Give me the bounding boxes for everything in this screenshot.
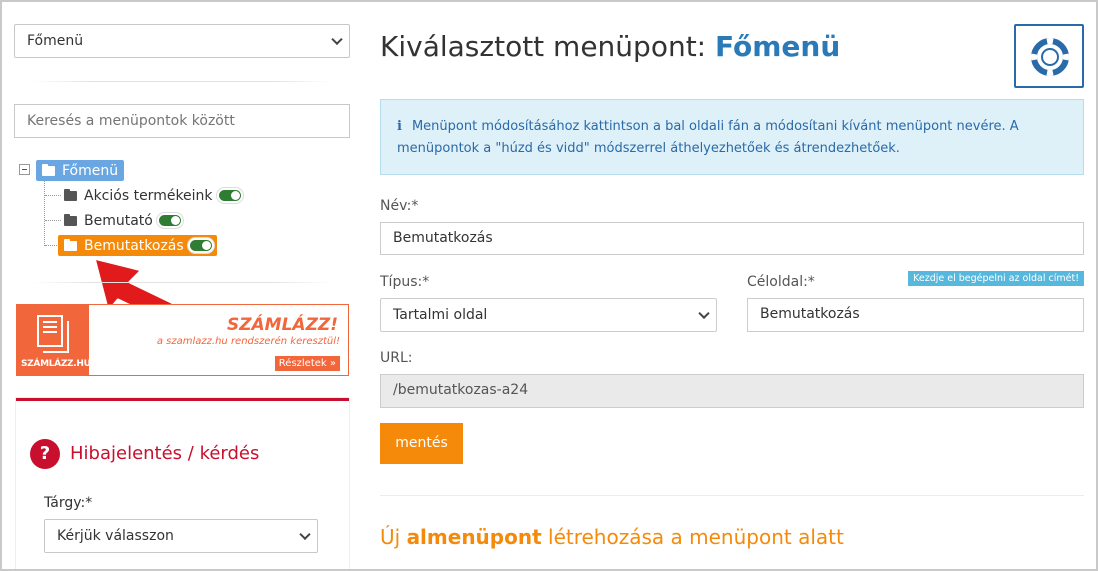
page-title: Kiválasztott menüpont: Főmenü xyxy=(380,30,840,63)
menu-select-value: Főmenü xyxy=(27,33,84,49)
chevron-down-icon xyxy=(698,307,710,320)
url-label: URL: xyxy=(380,350,413,366)
tree-node-akcios[interactable]: Akciós termékeink xyxy=(64,185,243,206)
tree-node-label: Akciós termékeink xyxy=(84,187,213,204)
document-icon xyxy=(37,315,63,347)
tree-line xyxy=(45,195,61,196)
url-input: /bemutatkozas-a24 xyxy=(380,374,1084,408)
divider xyxy=(32,81,332,82)
target-label: Céloldal:* xyxy=(747,274,815,290)
question-icon: ? xyxy=(30,439,60,469)
tree-node-bemutatkozas[interactable]: Bemutatkozás xyxy=(58,235,217,256)
app-frame: Főmenü Főmenü Akciós termékeink Bemutató xyxy=(0,0,1098,571)
tree-node-bemutato[interactable]: Bemutató xyxy=(64,210,183,231)
sidebar: Főmenü Főmenü Akciós termékeink Bemutató xyxy=(2,2,362,569)
report-panel: ? Hibajelentés / kérdés Tárgy:* Kérjük v… xyxy=(16,398,349,569)
menu-select[interactable]: Főmenü xyxy=(14,24,350,58)
menu-search-input[interactable] xyxy=(14,104,350,138)
name-input-value: Bemutatkozás xyxy=(393,230,493,246)
divider xyxy=(32,282,332,283)
subject-select-value: Kérjük válasszon xyxy=(57,528,174,544)
banner-subtitle: a szamlazz.hu rendszerén keresztül! xyxy=(156,336,340,347)
info-alert: i Menüpont módosításához kattintson a bal… xyxy=(380,99,1084,175)
target-hint-badge: Kezdje el begépelni az oldal címét! xyxy=(908,271,1084,286)
report-title: Hibajelentés / kérdés xyxy=(70,443,260,464)
save-button[interactable]: mentés xyxy=(380,423,463,464)
subject-label: Tárgy:* xyxy=(44,495,93,511)
szamlazz-logo: SZÁMLÁZZ.HU xyxy=(17,305,91,375)
subtitle-bold: almenüpont xyxy=(406,525,542,549)
chevron-down-icon xyxy=(299,528,311,541)
help-button[interactable] xyxy=(1014,24,1084,88)
banner-brand: SZÁMLÁZZ.HU xyxy=(21,359,91,369)
url-input-value: /bemutatkozas-a24 xyxy=(393,382,529,398)
tree-line xyxy=(44,181,45,246)
folder-icon xyxy=(64,188,77,201)
name-input[interactable]: Bemutatkozás xyxy=(380,222,1084,255)
visibility-toggle[interactable] xyxy=(216,188,243,203)
visibility-toggle[interactable] xyxy=(156,213,183,228)
tree-line xyxy=(45,245,57,246)
folder-icon xyxy=(64,238,77,251)
page-title-value: Főmenü xyxy=(715,30,841,63)
lifebuoy-icon xyxy=(1031,38,1069,76)
folder-icon xyxy=(42,163,55,176)
type-label: Típus:* xyxy=(380,274,430,290)
banner-title: SZÁMLÁZZ! xyxy=(226,315,338,335)
type-select-value: Tartalmi oldal xyxy=(393,307,488,323)
page-title-prefix: Kiválasztott menüpont: xyxy=(380,30,707,63)
subtitle-pre: Új xyxy=(380,525,401,549)
divider xyxy=(380,495,1084,496)
tree-collapse-icon[interactable] xyxy=(19,164,30,175)
type-select[interactable]: Tartalmi oldal xyxy=(380,298,717,332)
tree-node-root[interactable]: Főmenü xyxy=(36,160,125,181)
folder-icon xyxy=(64,213,77,226)
target-input[interactable]: Bemutatkozás xyxy=(747,298,1084,332)
tree-node-label: Főmenü xyxy=(62,162,119,179)
name-label: Név:* xyxy=(380,198,419,214)
menu-tree: Főmenü Akciós termékeink Bemutató Bemuta… xyxy=(18,159,338,259)
new-submenu-heading: Új almenüpont létrehozása a menüpont ala… xyxy=(380,525,844,549)
szamlazz-banner[interactable]: SZÁMLÁZZ.HU SZÁMLÁZZ! a szamlazz.hu rend… xyxy=(16,304,349,376)
tree-line xyxy=(45,220,61,221)
visibility-toggle[interactable] xyxy=(187,238,214,253)
main-content: Kiválasztott menüpont: Főmenü i Menüpont … xyxy=(380,2,1084,569)
target-input-value: Bemutatkozás xyxy=(760,306,860,322)
chevron-down-icon xyxy=(331,33,343,46)
info-icon: i xyxy=(397,119,402,134)
subject-select[interactable]: Kérjük válasszon xyxy=(44,519,318,553)
tree-node-label: Bemutatkozás xyxy=(84,237,184,254)
info-text: Menüpont módosításához kattintson a bal … xyxy=(397,119,1019,156)
subtitle-post: létrehozása a menüpont alatt xyxy=(548,525,844,549)
banner-details-button[interactable]: Részletek » xyxy=(274,356,340,371)
tree-node-label: Bemutató xyxy=(84,212,153,229)
